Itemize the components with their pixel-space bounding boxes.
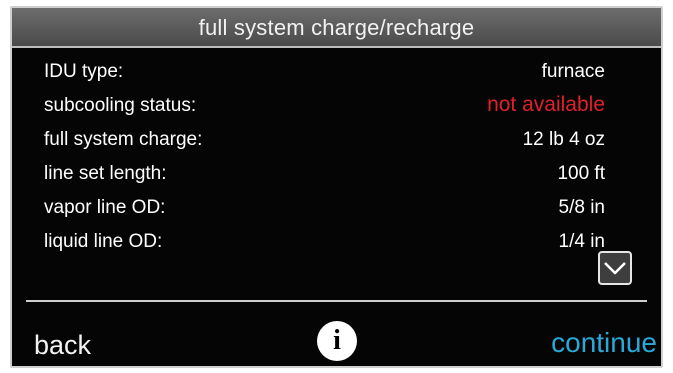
- idu-type-value: furnace: [541, 61, 605, 82]
- scroll-down-button[interactable]: [598, 251, 632, 285]
- list-item-idu-type: IDU type: furnace: [30, 56, 605, 90]
- settings-list: IDU type: furnace subcooling status: not…: [30, 56, 605, 260]
- continue-button[interactable]: continue: [551, 327, 657, 359]
- liquid-line-od-label: liquid line OD:: [44, 231, 163, 252]
- idu-type-label: IDU type:: [44, 61, 124, 82]
- vapor-line-od-value: 5/8 in: [558, 197, 605, 218]
- list-item-line-set-length: line set length: 100 ft: [30, 158, 605, 192]
- vapor-line-od-label: vapor line OD:: [44, 197, 166, 218]
- list-item-full-system-charge: full system charge: 12 lb 4 oz: [30, 124, 605, 158]
- thermostat-screen: full system charge/recharge IDU type: fu…: [10, 6, 663, 368]
- list-item-liquid-line-od: liquid line OD: 1/4 in: [30, 226, 605, 260]
- page-title: full system charge/recharge: [198, 15, 475, 40]
- back-button[interactable]: back: [34, 330, 91, 361]
- liquid-line-od-value: 1/4 in: [558, 231, 605, 252]
- list-item-subcooling-status: subcooling status: not available: [30, 90, 605, 124]
- full-system-charge-value: 12 lb 4 oz: [522, 129, 605, 150]
- list-item-vapor-line-od: vapor line OD: 5/8 in: [30, 192, 605, 226]
- full-system-charge-label: full system charge:: [44, 129, 203, 150]
- title-bar: full system charge/recharge: [12, 8, 661, 48]
- line-set-length-label: line set length:: [44, 163, 167, 184]
- chevron-down-icon: [604, 262, 626, 275]
- info-icon[interactable]: i: [317, 321, 357, 361]
- subcooling-status-value: not available: [487, 93, 605, 116]
- subcooling-status-label: subcooling status:: [44, 95, 197, 116]
- line-set-length-value: 100 ft: [557, 163, 605, 184]
- footer-divider: [26, 300, 647, 302]
